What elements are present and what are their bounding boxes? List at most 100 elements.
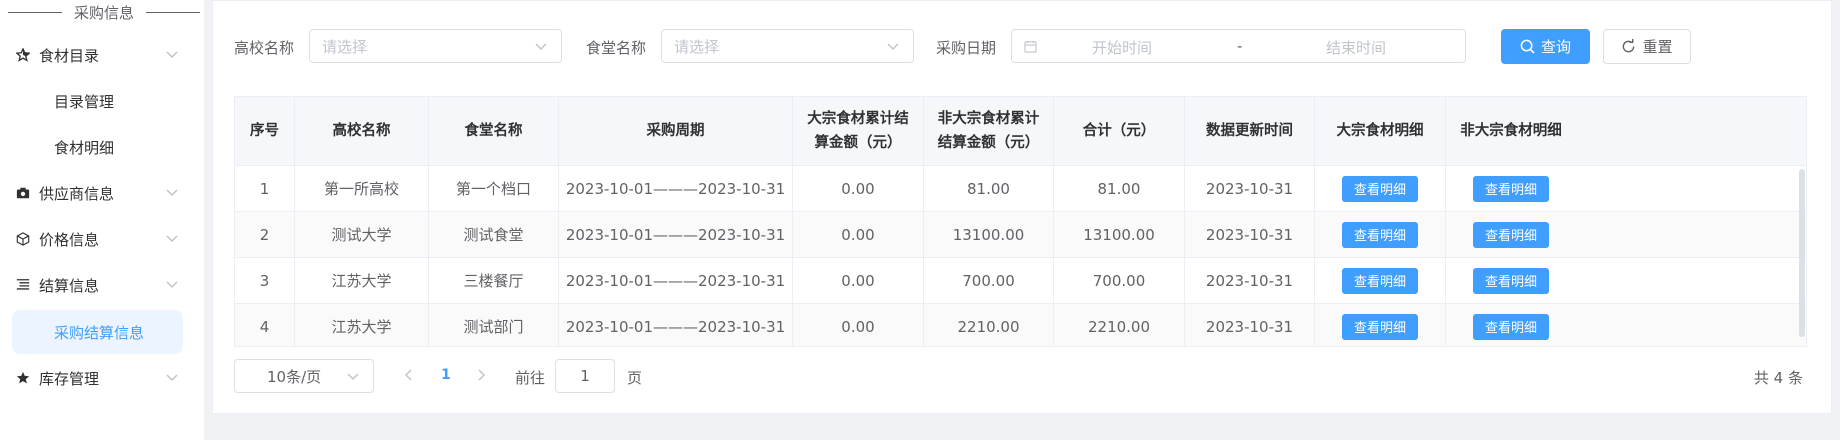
cell-canteen: 三楼餐厅 — [429, 258, 559, 303]
cell-period: 2023-10-01———2023-10-31 — [559, 304, 793, 346]
view-detail-button[interactable]: 查看明细 — [1341, 313, 1418, 340]
prev-page-icon[interactable] — [403, 367, 415, 383]
column-header: 非大宗食材明细 — [1460, 123, 1562, 139]
cell-bulk-amount: 0.00 — [793, 166, 924, 211]
menu-item-label: 结算信息 — [39, 276, 100, 295]
cell-nonbulk-amount: 81.00 — [924, 166, 1054, 211]
cell-index: 4 — [235, 304, 295, 346]
menu-item-catalog[interactable]: 食材目录 — [0, 33, 204, 77]
cell-nonbulk-detail: 查看明细 — [1446, 212, 1576, 257]
submenu-item-ingredient-detail[interactable]: 食材明细 — [0, 125, 204, 169]
view-detail-button[interactable]: 查看明细 — [1341, 175, 1418, 202]
view-detail-button[interactable]: 查看明细 — [1472, 175, 1549, 202]
reset-button-label: 重置 — [1642, 38, 1673, 56]
end-date-input[interactable]: 结束时间 — [1326, 37, 1386, 58]
column-header: 大宗食材明细 — [1315, 97, 1446, 165]
submenu-item-catalog-manage[interactable]: 目录管理 — [0, 79, 204, 123]
menu-item-supplier[interactable]: 供应商信息 — [0, 171, 204, 215]
star-cut-icon — [16, 48, 30, 62]
main-panel: 高校名称 请选择 食堂名称 请选择 采购日期 开始时间 - 结束时间 查询 重置… — [212, 0, 1832, 414]
view-detail-button[interactable]: 查看明细 — [1472, 267, 1549, 294]
date-range-picker[interactable]: 开始时间 - 结束时间 — [1011, 29, 1466, 63]
column-header: 采购周期 — [559, 97, 793, 165]
menu-item-label: 食材目录 — [39, 46, 100, 65]
range-separator: - — [1237, 37, 1243, 55]
cell-canteen: 测试食堂 — [429, 212, 559, 257]
menu-item-settlement[interactable]: 结算信息 — [0, 263, 204, 307]
cell-nonbulk-detail: 查看明细 — [1446, 166, 1576, 211]
chevron-down-icon — [166, 235, 178, 243]
chevron-down-icon — [347, 373, 359, 381]
search-button-label: 查询 — [1540, 38, 1571, 56]
canteen-select[interactable]: 请选择 — [661, 29, 914, 63]
view-detail-button[interactable]: 查看明细 — [1472, 313, 1549, 340]
calendar-icon — [1024, 40, 1037, 53]
cell-bulk-detail: 查看明细 — [1315, 304, 1446, 346]
settlement-table: 序号 高校名称 食堂名称 采购周期 大宗食材累计结算金额（元） 非大宗食材累计结… — [234, 96, 1807, 347]
chevron-down-icon — [166, 374, 178, 382]
list-icon — [16, 278, 30, 292]
cell-bulk-amount: 0.00 — [793, 304, 924, 346]
school-filter-label: 高校名称 — [234, 39, 295, 57]
menu-item-price[interactable]: 价格信息 — [0, 217, 204, 261]
canteen-filter-label: 食堂名称 — [586, 39, 647, 57]
page-size-value: 10条/页 — [267, 367, 322, 386]
cell-period: 2023-10-01———2023-10-31 — [559, 212, 793, 257]
cell-updated: 2023-10-31 — [1185, 212, 1315, 257]
column-header: 食堂名称 — [429, 97, 559, 165]
column-header: 数据更新时间 — [1185, 97, 1315, 165]
page-size-select[interactable]: 10条/页 — [234, 359, 374, 393]
column-header: 高校名称 — [295, 97, 429, 165]
cell-school: 江苏大学 — [295, 304, 429, 346]
table-scrollbar[interactable] — [1799, 169, 1805, 337]
menu-item-label: 价格信息 — [39, 230, 100, 249]
chevron-down-icon — [166, 281, 178, 289]
canteen-select-placeholder: 请选择 — [674, 37, 720, 56]
cell-nonbulk-amount: 700.00 — [924, 258, 1054, 303]
divider — [8, 11, 62, 13]
cell-bulk-amount: 0.00 — [793, 212, 924, 257]
search-icon — [1520, 39, 1535, 54]
cell-index: 1 — [235, 166, 295, 211]
cell-school: 测试大学 — [295, 212, 429, 257]
cell-nonbulk-amount: 13100.00 — [924, 212, 1054, 257]
next-page-icon[interactable] — [475, 367, 487, 383]
cell-bulk-detail: 查看明细 — [1315, 212, 1446, 257]
cell-total: 13100.00 — [1054, 212, 1185, 257]
goto-suffix: 页 — [627, 369, 643, 387]
cell-updated: 2023-10-31 — [1185, 258, 1315, 303]
menu-item-inventory[interactable]: 库存管理 — [0, 356, 204, 400]
school-select-placeholder: 请选择 — [322, 37, 368, 56]
column-header: 序号 — [235, 97, 295, 165]
goto-page-input[interactable]: 1 — [555, 359, 615, 393]
cell-period: 2023-10-01———2023-10-31 — [559, 258, 793, 303]
cell-nonbulk-detail: 查看明细 — [1446, 258, 1576, 303]
start-date-input[interactable]: 开始时间 — [1092, 37, 1152, 58]
cell-nonbulk-detail: 查看明细 — [1446, 304, 1576, 346]
divider — [146, 11, 201, 13]
table-row: 3 江苏大学 三楼餐厅 2023-10-01———2023-10-31 0.00… — [235, 257, 1806, 303]
view-detail-button[interactable]: 查看明细 — [1472, 221, 1549, 248]
submenu-item-purchase-settlement[interactable]: 采购结算信息 — [12, 310, 183, 354]
refresh-icon — [1623, 39, 1635, 53]
submenu-item-label: 食材明细 — [54, 138, 115, 157]
menu-item-label: 供应商信息 — [39, 184, 115, 203]
sidebar: 采购信息 食材目录 目录管理 食材明细 供应商信息 价格信息 结算信息 采购结算… — [0, 0, 204, 440]
cell-total: 700.00 — [1054, 258, 1185, 303]
view-detail-button[interactable]: 查看明细 — [1341, 267, 1418, 294]
cell-bulk-amount: 0.00 — [793, 258, 924, 303]
cell-school: 第一所高校 — [295, 166, 429, 211]
column-header: 合计（元） — [1054, 97, 1185, 165]
chevron-down-icon — [166, 189, 178, 197]
column-header: 非大宗食材累计结算金额（元） — [924, 97, 1054, 165]
column-header: 大宗食材累计结算金额（元） — [793, 97, 924, 165]
search-button[interactable]: 查询 — [1501, 29, 1590, 64]
school-select[interactable]: 请选择 — [309, 29, 562, 63]
view-detail-button[interactable]: 查看明细 — [1341, 221, 1418, 248]
camera-icon — [16, 186, 30, 200]
page-number-current[interactable]: 1 — [441, 367, 451, 383]
cell-updated: 2023-10-31 — [1185, 304, 1315, 346]
cell-canteen: 第一个档口 — [429, 166, 559, 211]
cell-bulk-detail: 查看明细 — [1315, 166, 1446, 211]
reset-button[interactable]: 重置 — [1603, 29, 1691, 64]
